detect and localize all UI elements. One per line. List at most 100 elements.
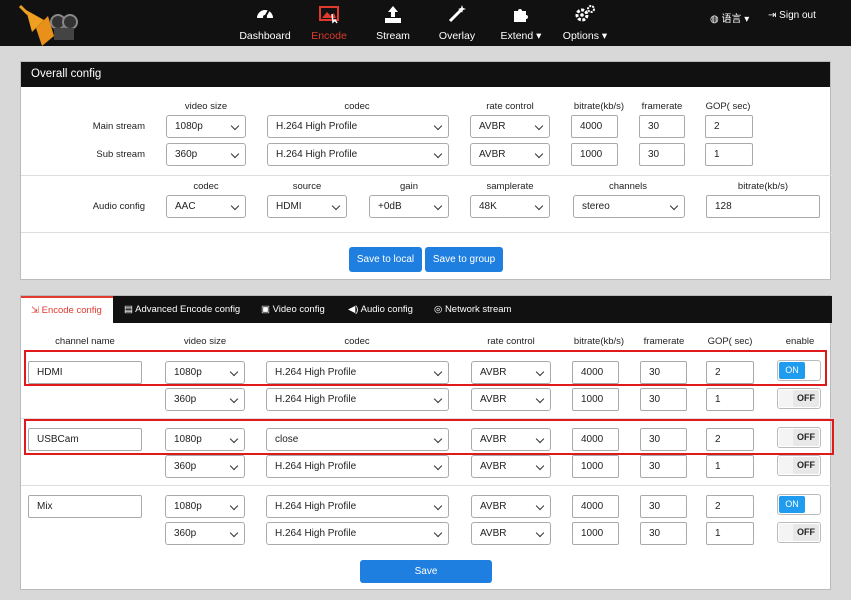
tab-network-label: Network stream	[444, 304, 512, 315]
main-bitrate-input[interactable]: 4000	[571, 115, 618, 138]
sub-bitrate-input[interactable]: 1000	[571, 143, 618, 166]
bitrate-input[interactable]: 4000	[572, 495, 619, 518]
nav-encode[interactable]: Encode	[306, 0, 352, 46]
video-size-select[interactable]: 360p	[165, 455, 245, 478]
tab-encode-config[interactable]: ⇲ Encode config	[21, 296, 113, 323]
codec-select[interactable]: H.264 High Profile	[266, 388, 449, 411]
audio-source-select[interactable]: HDMI	[267, 195, 347, 218]
tab-advanced-label: Advanced Encode config	[135, 304, 241, 315]
divider	[21, 175, 832, 176]
nav-dashboard[interactable]: Dashboard	[236, 0, 294, 46]
audio-channels-select[interactable]: stereo	[573, 195, 685, 218]
rate-control-select[interactable]: AVBR	[471, 522, 551, 545]
video-size-select[interactable]: 360p	[165, 522, 245, 545]
language-dropdown[interactable]: ◍ 语言 ▾	[710, 10, 749, 25]
save-button[interactable]: Save	[360, 560, 492, 583]
header-channels: channels	[608, 181, 648, 192]
sub-codec-select[interactable]: H.264 High Profile	[267, 143, 449, 166]
gop-input[interactable]: 1	[706, 455, 754, 478]
bitrate-input[interactable]: 1000	[572, 522, 619, 545]
enable-toggle[interactable]: OFF	[777, 455, 821, 476]
tab-video-config[interactable]: ▣ Video config	[261, 296, 331, 323]
header-enable: enable	[785, 336, 815, 347]
tab-video-label: Video config	[272, 304, 325, 315]
audio-gain-select[interactable]: +0dB	[369, 195, 449, 218]
puzzle-icon	[498, 4, 544, 28]
sub-gop-input[interactable]: 1	[705, 143, 753, 166]
volume-icon: ◀)	[348, 304, 359, 315]
header-codec: codec	[344, 101, 370, 112]
document-icon: ▤	[124, 304, 133, 315]
rate-control-select[interactable]: AVBR	[471, 388, 551, 411]
nav-extend-label: Extend ▾	[500, 30, 542, 42]
nav-overlay[interactable]: Overlay	[436, 0, 478, 46]
signout-link[interactable]: ⇥ Sign out	[768, 10, 816, 21]
brand-logo[interactable]	[14, 2, 84, 50]
divider	[21, 485, 832, 486]
rate-control-select[interactable]: AVBR	[471, 455, 551, 478]
header-gop: GOP( sec)	[707, 336, 753, 347]
framerate-input[interactable]: 30	[640, 522, 687, 545]
main-video-size-select[interactable]: 1080p	[166, 115, 246, 138]
save-to-group-button[interactable]: Save to group	[425, 247, 503, 272]
gop-input[interactable]: 1	[706, 522, 754, 545]
sub-framerate-input[interactable]: 30	[639, 143, 685, 166]
gears-icon	[560, 4, 610, 28]
header-rate-control: rate control	[486, 101, 534, 112]
header-audio-codec: codec	[193, 181, 219, 192]
toggle-state: OFF	[793, 457, 819, 474]
sub-video-size-select[interactable]: 360p	[166, 143, 246, 166]
nav-options[interactable]: Options ▾	[560, 0, 610, 46]
tab-network-stream[interactable]: ◎ Network stream	[434, 296, 524, 323]
main-stream-label: Main stream	[92, 121, 145, 132]
enable-toggle[interactable]: OFF	[777, 388, 821, 409]
toggle-state: OFF	[793, 524, 819, 541]
tab-advanced-encode-config[interactable]: ▤ Advanced Encode config	[124, 296, 244, 323]
main-framerate-input[interactable]: 30	[639, 115, 685, 138]
encode-tabs: ⇲ Encode config ▤ Advanced Encode config…	[21, 296, 832, 323]
enable-toggle[interactable]: OFF	[777, 522, 821, 543]
nav-extend[interactable]: Extend ▾	[498, 0, 544, 46]
tab-audio-config[interactable]: ◀) Audio config	[348, 296, 418, 323]
channel-name-input[interactable]: Mix	[28, 495, 142, 518]
nav-stream[interactable]: Stream	[372, 0, 414, 46]
bitrate-input[interactable]: 1000	[572, 455, 619, 478]
header-channel-name: channel name	[55, 336, 115, 347]
sub-stream-label: Sub stream	[96, 149, 145, 160]
sub-rate-control-select[interactable]: AVBR	[470, 143, 550, 166]
main-gop-input[interactable]: 2	[705, 115, 753, 138]
tab-encode-config-label: Encode config	[41, 305, 102, 316]
audio-bitrate-input[interactable]: 128	[706, 195, 820, 218]
nav-dashboard-label: Dashboard	[239, 30, 291, 42]
codec-select[interactable]: H.264 High Profile	[266, 455, 449, 478]
main-rate-control-select[interactable]: AVBR	[470, 115, 550, 138]
video-size-select[interactable]: 1080p	[165, 495, 245, 518]
main-codec-select[interactable]: H.264 High Profile	[267, 115, 449, 138]
bitrate-input[interactable]: 1000	[572, 388, 619, 411]
framerate-input[interactable]: 30	[640, 495, 687, 518]
save-to-local-button[interactable]: Save to local	[349, 247, 422, 272]
header-samplerate: samplerate	[486, 181, 534, 192]
framerate-input[interactable]: 30	[640, 388, 687, 411]
framerate-input[interactable]: 30	[640, 455, 687, 478]
audio-samplerate-select[interactable]: 48K	[470, 195, 550, 218]
image-icon	[306, 4, 352, 28]
audio-codec-select[interactable]: AAC	[166, 195, 246, 218]
header-audio-gain: gain	[400, 181, 418, 192]
codec-select[interactable]: H.264 High Profile	[266, 495, 449, 518]
overall-config-title: Overall config	[21, 62, 830, 87]
nav-options-label: Options ▾	[562, 30, 608, 42]
enable-toggle[interactable]: ON	[777, 494, 821, 515]
sign-out-icon: ⇥	[768, 10, 777, 21]
audio-config-label: Audio config	[92, 201, 145, 212]
gop-input[interactable]: 2	[706, 495, 754, 518]
video-size-select[interactable]: 360p	[165, 388, 245, 411]
globe-icon: ◍	[710, 14, 719, 25]
gop-input[interactable]: 1	[706, 388, 754, 411]
header-rate-control: rate control	[487, 336, 535, 347]
codec-select[interactable]: H.264 High Profile	[266, 522, 449, 545]
sign-in-icon: ⇲	[31, 305, 39, 316]
header-video-size: video size	[184, 101, 228, 112]
globe-icon: ◎	[434, 304, 443, 315]
rate-control-select[interactable]: AVBR	[471, 495, 551, 518]
